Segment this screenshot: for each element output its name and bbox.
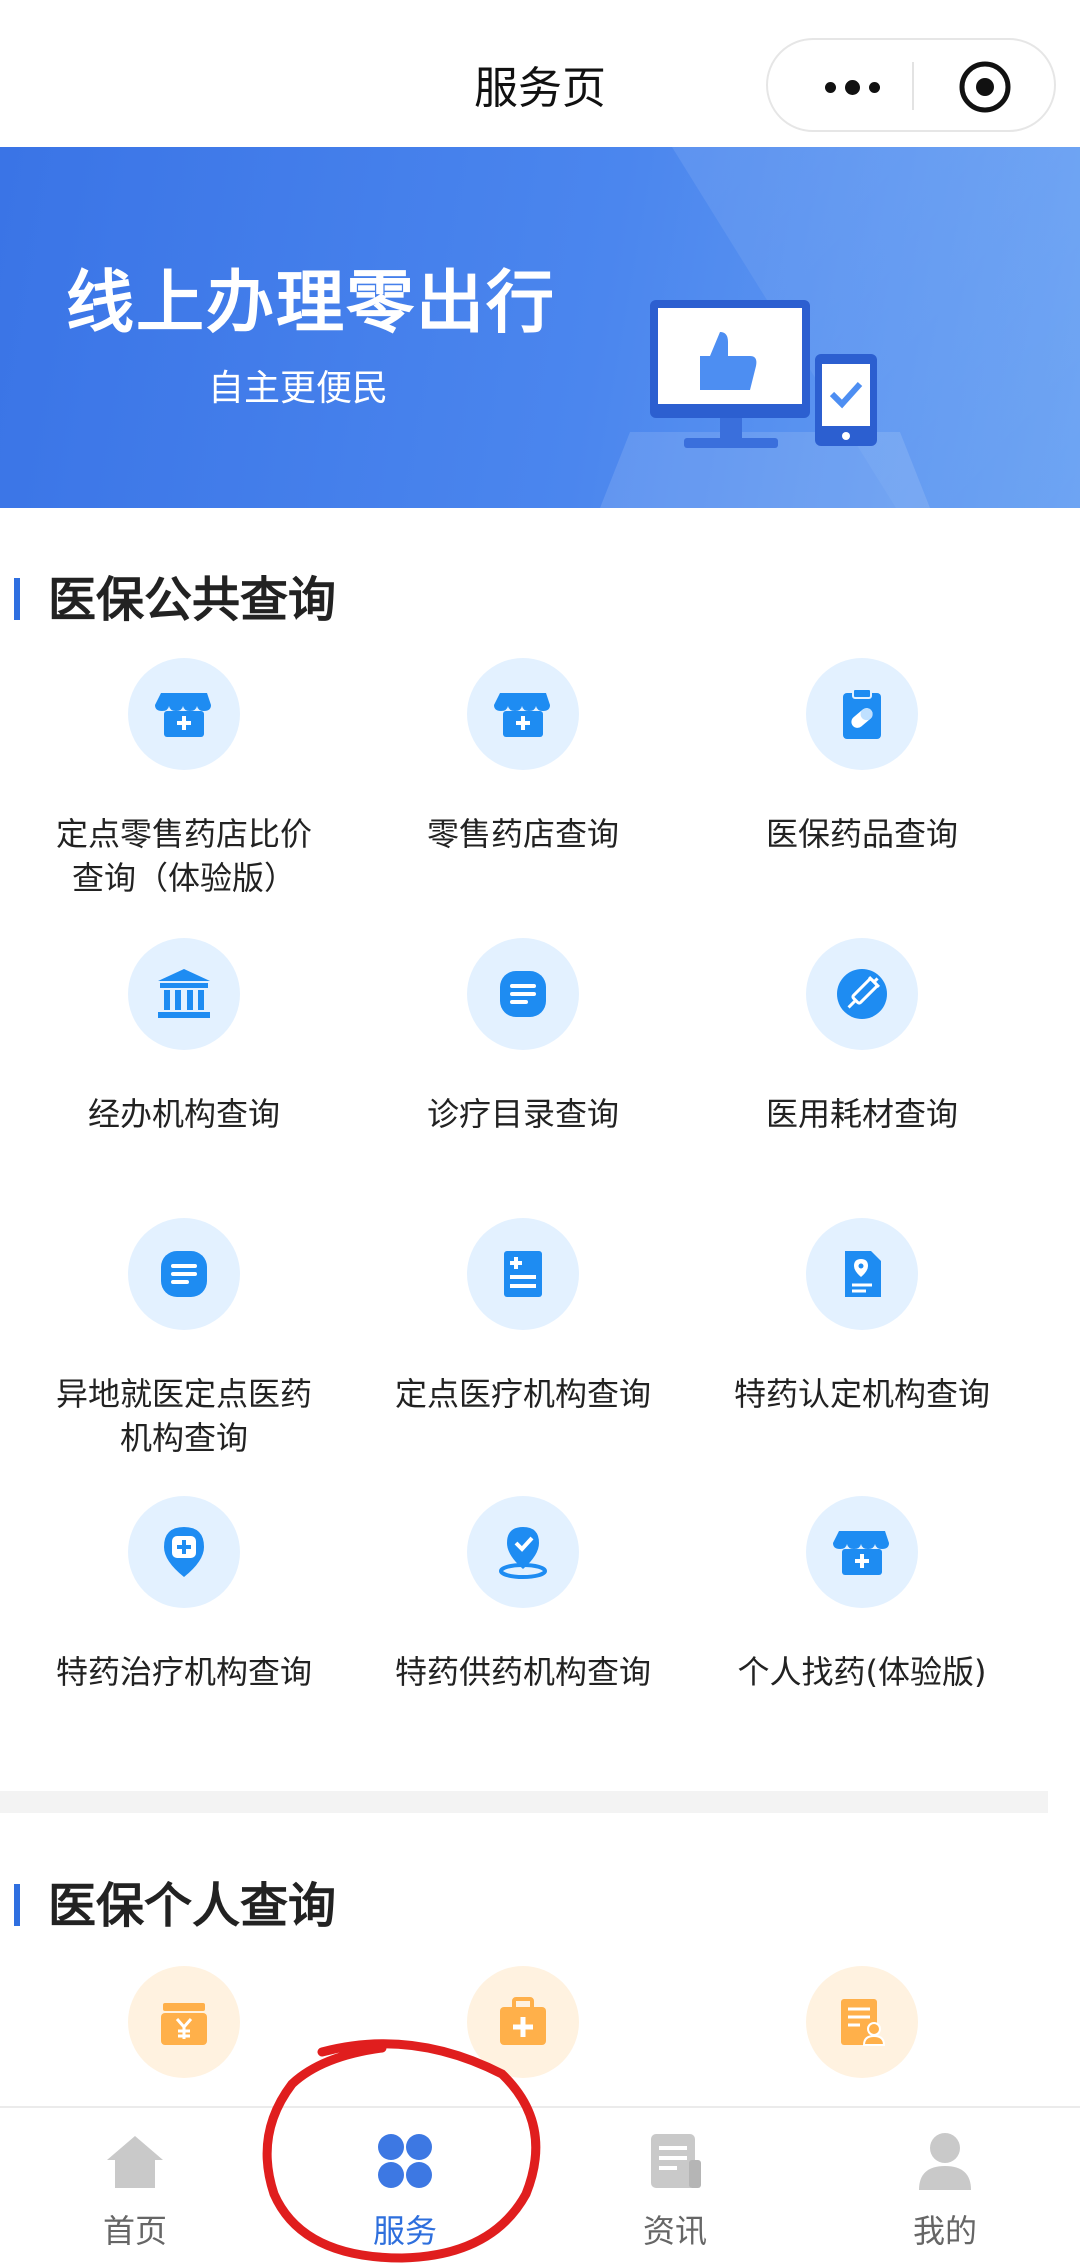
service-item-label: 定点零售药店比价查询（体验版）: [55, 815, 312, 897]
service-item-remote-medical[interactable]: 异地就医定点医药机构查询: [34, 1218, 334, 1460]
profile-icon: [919, 2133, 971, 2190]
tab-label: 首页: [102, 2212, 167, 2250]
service-item-label: 特药治疗机构查询: [55, 1653, 312, 1691]
medicine-clipboard-icon: [806, 658, 918, 770]
section-title-text: 医保公共查询: [48, 572, 337, 628]
close-target-icon[interactable]: [958, 60, 1012, 114]
service-item-label: 定点医疗机构查询: [394, 1375, 651, 1413]
service-item-label: 异地就医定点医药机构查询: [55, 1375, 312, 1457]
section-accent-bar: [14, 578, 20, 620]
service-item-retail-pharmacy[interactable]: 零售药店查询: [373, 658, 673, 856]
service-item-special-drug-cert[interactable]: 特药认定机构查询: [712, 1218, 1012, 1416]
home-icon: [107, 2136, 163, 2188]
location-check-icon: [467, 1496, 579, 1608]
pharmacy-store-icon: [128, 658, 240, 770]
yuan-wallet-icon: [128, 1966, 240, 2078]
medical-record-icon: [467, 1218, 579, 1330]
mini-program-capsule: [766, 38, 1056, 132]
syringe-icon: [806, 938, 918, 1050]
red-circle-annotation: [262, 2039, 541, 2263]
service-item-label: 零售药店查询: [426, 815, 619, 853]
person-document-icon: [806, 1966, 918, 2078]
news-icon: [651, 2134, 701, 2188]
banner-headline: 线上办理零出行: [66, 264, 557, 343]
more-options-icon[interactable]: [808, 65, 896, 109]
service-item-special-drug-supply[interactable]: 特药供药机构查询: [373, 1496, 673, 1694]
service-item-label: 个人找药(体验版): [737, 1653, 987, 1691]
capsule-divider: [912, 62, 914, 110]
tab-news[interactable]: 资讯: [585, 2108, 765, 2259]
computer-thumbs-up-illustration: [600, 300, 930, 508]
medical-pin-icon: [128, 1496, 240, 1608]
section-title-public: 医保公共查询: [14, 560, 336, 630]
list-document-icon: [128, 1218, 240, 1330]
service-item-price-compare[interactable]: 定点零售药店比价查询（体验版）: [34, 658, 334, 900]
service-item-treatment-catalog[interactable]: 诊疗目录查询: [373, 938, 673, 1136]
location-document-icon: [806, 1218, 918, 1330]
service-item-label: 特药认定机构查询: [733, 1375, 990, 1413]
section-accent-bar: [14, 1884, 20, 1926]
service-item-label: 经办机构查询: [87, 1095, 280, 1133]
service-item-drug-query[interactable]: 医保药品查询: [712, 658, 1012, 856]
promo-banner[interactable]: 线上办理零出行 自主更便民: [0, 147, 1080, 508]
section-title-personal: 医保个人查询: [14, 1866, 336, 1936]
tab-label: 资讯: [642, 2212, 707, 2250]
nav-header: 服务页: [0, 0, 1080, 147]
pharmacy-store-icon: [806, 1496, 918, 1608]
service-item-label: 诊疗目录查询: [426, 1095, 619, 1133]
service-item-special-drug-treatment[interactable]: 特药治疗机构查询: [34, 1496, 334, 1694]
bank-building-icon: [128, 938, 240, 1050]
service-item-medical-institution[interactable]: 定点医疗机构查询: [373, 1218, 673, 1416]
service-item-consumables[interactable]: 医用耗材查询: [712, 938, 1012, 1136]
service-item-agency[interactable]: 经办机构查询: [34, 938, 334, 1136]
pharmacy-store-icon: [467, 658, 579, 770]
tab-home[interactable]: 首页: [45, 2108, 225, 2259]
banner-subtitle: 自主更便民: [208, 368, 389, 409]
section-title-text: 医保个人查询: [48, 1878, 337, 1934]
section-divider: [0, 1791, 1048, 1813]
service-item-find-drug[interactable]: 个人找药(体验版): [712, 1496, 1012, 1694]
personal-item-record[interactable]: [712, 1966, 1012, 2078]
tab-label: 我的: [912, 2212, 977, 2250]
tab-mine[interactable]: 我的: [855, 2108, 1035, 2259]
list-document-icon: [467, 938, 579, 1050]
service-item-label: 医保药品查询: [765, 815, 958, 853]
service-item-label: 特药供药机构查询: [394, 1653, 651, 1691]
service-item-label: 医用耗材查询: [765, 1095, 958, 1133]
